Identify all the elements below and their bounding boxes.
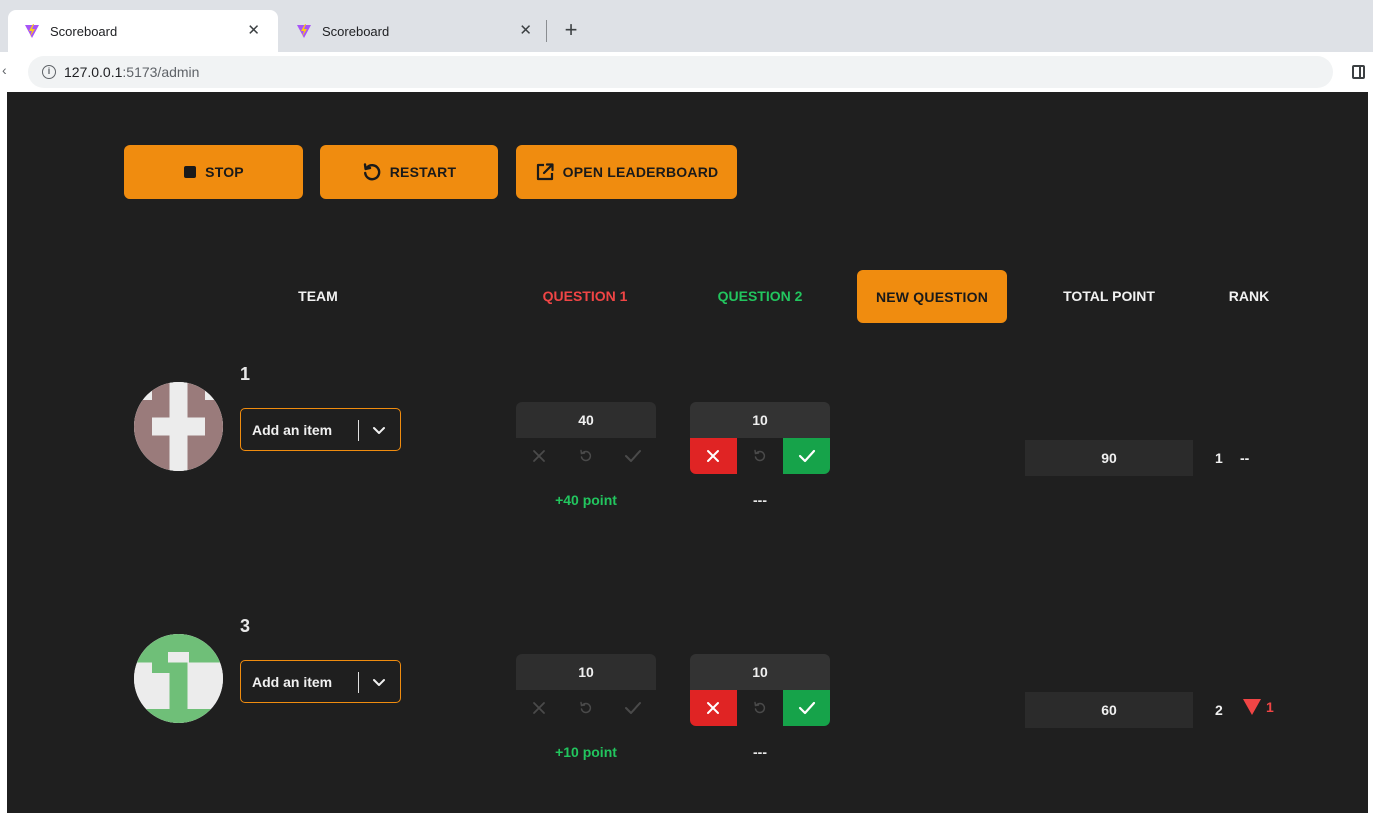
stop-button[interactable]: STOP (124, 145, 303, 199)
team-row: 1 Add an item 40 +40 point 10 --- 90 1 -… (7, 360, 1368, 560)
stop-icon (184, 166, 197, 178)
restart-button[interactable]: RESTART (320, 145, 498, 199)
url-path: :5173/admin (122, 64, 200, 80)
reset-answer-button[interactable] (737, 438, 784, 474)
question-2-actions (690, 438, 831, 474)
question-2-actions (690, 690, 831, 726)
mark-correct-button[interactable] (609, 690, 656, 726)
question-1-score-input[interactable]: 10 (516, 654, 656, 690)
question-2-score-cell: 10 (690, 402, 831, 474)
mark-correct-button[interactable] (783, 438, 831, 474)
address-bar[interactable]: i 127.0.0.1:5173/admin (28, 56, 1333, 88)
x-icon (707, 702, 720, 714)
info-icon[interactable]: i (42, 65, 56, 79)
team-number: 3 (240, 616, 251, 636)
x-icon (533, 702, 546, 714)
question-1-point-delta: +40 point (555, 492, 617, 508)
mark-wrong-button[interactable] (516, 690, 563, 726)
check-icon (798, 701, 815, 715)
add-item-placeholder: Add an item (252, 421, 333, 438)
question-2-header[interactable]: QUESTION 2 (718, 288, 803, 304)
reset-answer-button[interactable] (563, 438, 610, 474)
browser-toolbar: ‹ i 127.0.0.1:5173/admin (0, 52, 1373, 92)
new-question-button[interactable]: NEW QUESTION (857, 270, 1007, 323)
browser-tab-active[interactable]: Scoreboard ✕ (8, 10, 278, 52)
question-1-actions (516, 438, 656, 474)
check-icon (624, 450, 641, 462)
question-2-point-delta: --- (753, 492, 767, 508)
mark-wrong-button[interactable] (690, 438, 737, 474)
tab-close-icon[interactable]: ✕ (519, 21, 532, 39)
identicon-icon (134, 634, 223, 723)
select-divider (358, 420, 359, 441)
add-item-select[interactable]: Add an item (240, 660, 401, 703)
chevron-down-icon[interactable] (372, 423, 386, 437)
rank-change: -- (1240, 450, 1250, 466)
question-1-score-cell: 40 (516, 402, 656, 474)
mark-wrong-button[interactable] (690, 690, 737, 726)
question-1-point-delta: +10 point (555, 744, 617, 760)
rank-value: 1 (1215, 450, 1223, 466)
total-point-header: TOTAL POINT (1063, 288, 1155, 304)
undo-icon (754, 449, 766, 462)
new-tab-icon[interactable]: + (560, 16, 582, 44)
question-1-actions (516, 690, 656, 726)
rank-value: 2 (1215, 702, 1223, 718)
add-item-select[interactable]: Add an item (240, 408, 401, 451)
identicon-icon (134, 382, 223, 471)
browser-tab-inactive[interactable]: Scoreboard ✕ (280, 10, 550, 52)
total-point-value: 90 (1025, 440, 1193, 476)
team-number: 1 (240, 364, 251, 384)
undo-icon (580, 701, 592, 714)
x-icon (533, 450, 546, 462)
vite-favicon-icon (297, 24, 311, 38)
open-leaderboard-label: OPEN LEADERBOARD (562, 164, 719, 180)
question-2-point-delta: --- (753, 744, 767, 760)
rank-header: RANK (1228, 288, 1270, 304)
select-divider (358, 672, 359, 693)
stop-button-label: STOP (205, 164, 244, 180)
check-icon (624, 702, 641, 714)
question-2-score-input[interactable]: 10 (690, 402, 830, 438)
question-2-score-cell: 10 (690, 654, 831, 726)
rank-change: 1 (1243, 699, 1274, 715)
tab-close-icon[interactable]: ✕ (247, 21, 260, 39)
mark-correct-button[interactable] (783, 690, 831, 726)
undo-icon (754, 701, 766, 714)
tab-title: Scoreboard (50, 23, 118, 39)
mark-correct-button[interactable] (609, 438, 656, 474)
rank-change-value: 1 (1266, 699, 1274, 715)
mark-wrong-button[interactable] (516, 438, 563, 474)
rank-down-triangle-icon (1243, 699, 1261, 715)
tab-title: Scoreboard (322, 23, 390, 39)
x-icon (707, 450, 720, 462)
url-host: 127.0.0.1 (64, 64, 123, 80)
team-row: 3 Add an item 10 +10 point 10 --- 60 2 1 (7, 612, 1368, 812)
chevron-down-icon[interactable] (372, 675, 386, 689)
restart-button-label: RESTART (389, 164, 457, 180)
undo-icon (580, 449, 592, 462)
restart-icon (363, 163, 381, 181)
reset-answer-button[interactable] (737, 690, 784, 726)
scoreboard-admin: STOP RESTART OPEN LEADERBOARD TEAM QUEST… (7, 92, 1368, 813)
tab-separator (546, 20, 547, 42)
team-column-header: TEAM (298, 288, 338, 304)
open-leaderboard-button[interactable]: OPEN LEADERBOARD (516, 145, 737, 199)
question-1-header[interactable]: QUESTION 1 (543, 288, 628, 304)
vite-favicon-icon (25, 24, 39, 38)
add-item-placeholder: Add an item (252, 673, 333, 690)
team-avatar (134, 382, 223, 471)
external-link-icon (536, 163, 554, 181)
team-avatar (134, 634, 223, 723)
check-icon (798, 449, 815, 463)
browser-tabstrip: Scoreboard ✕ Scoreboard ✕ + (0, 0, 1373, 52)
reset-answer-button[interactable] (563, 690, 610, 726)
total-point-value: 60 (1025, 692, 1193, 728)
question-2-score-input[interactable]: 10 (690, 654, 830, 690)
side-panel-icon[interactable] (1352, 65, 1365, 79)
question-1-score-cell: 10 (516, 654, 656, 726)
back-arrow-icon[interactable]: ‹ (2, 62, 7, 78)
question-1-score-input[interactable]: 40 (516, 402, 656, 438)
